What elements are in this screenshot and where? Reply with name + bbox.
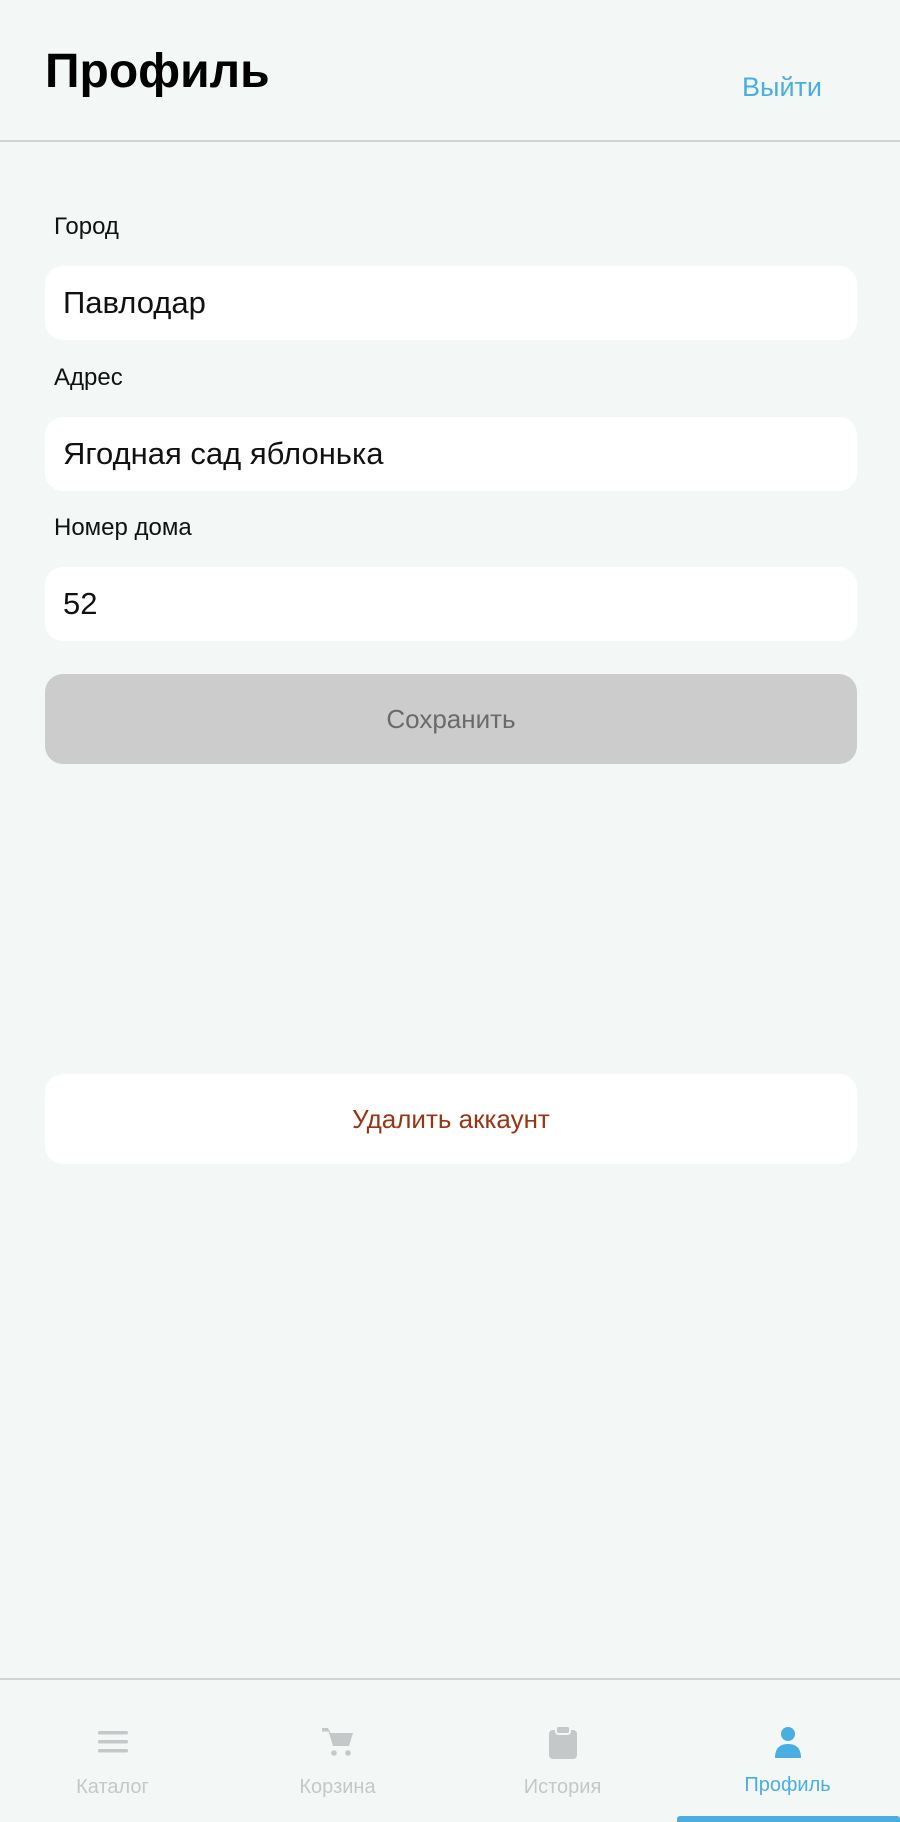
save-button[interactable]: Сохранить: [45, 674, 857, 764]
tab-history[interactable]: История: [450, 1680, 675, 1822]
delete-account-button[interactable]: Удалить аккаунт: [45, 1074, 857, 1164]
page-title: Профиль: [45, 45, 270, 98]
active-tab-indicator: [677, 1816, 900, 1822]
tab-catalog-label: Каталог: [76, 1776, 149, 1798]
city-input[interactable]: [45, 266, 857, 340]
logout-button[interactable]: Выйти: [742, 70, 822, 104]
header: Профиль Выйти: [0, 0, 900, 142]
house-number-label: Номер дома: [54, 514, 192, 541]
bottom-tab-bar: Каталог Корзина История Профиль: [0, 1678, 900, 1822]
city-label: Город: [54, 213, 119, 240]
tab-cart[interactable]: Корзина: [225, 1680, 450, 1822]
tab-history-label: История: [523, 1776, 602, 1798]
tab-cart-label: Корзина: [299, 1776, 376, 1798]
tab-profile-label: Профиль: [744, 1774, 831, 1796]
user-icon: [774, 1727, 801, 1758]
cart-icon: [321, 1728, 353, 1756]
address-label: Адрес: [54, 364, 123, 391]
tab-catalog[interactable]: Каталог: [0, 1680, 225, 1822]
house-number-input[interactable]: [45, 567, 857, 641]
address-input[interactable]: [45, 417, 857, 491]
tab-profile[interactable]: Профиль: [675, 1680, 900, 1822]
clipboard-icon: [548, 1725, 577, 1759]
menu-icon: [97, 1731, 128, 1753]
